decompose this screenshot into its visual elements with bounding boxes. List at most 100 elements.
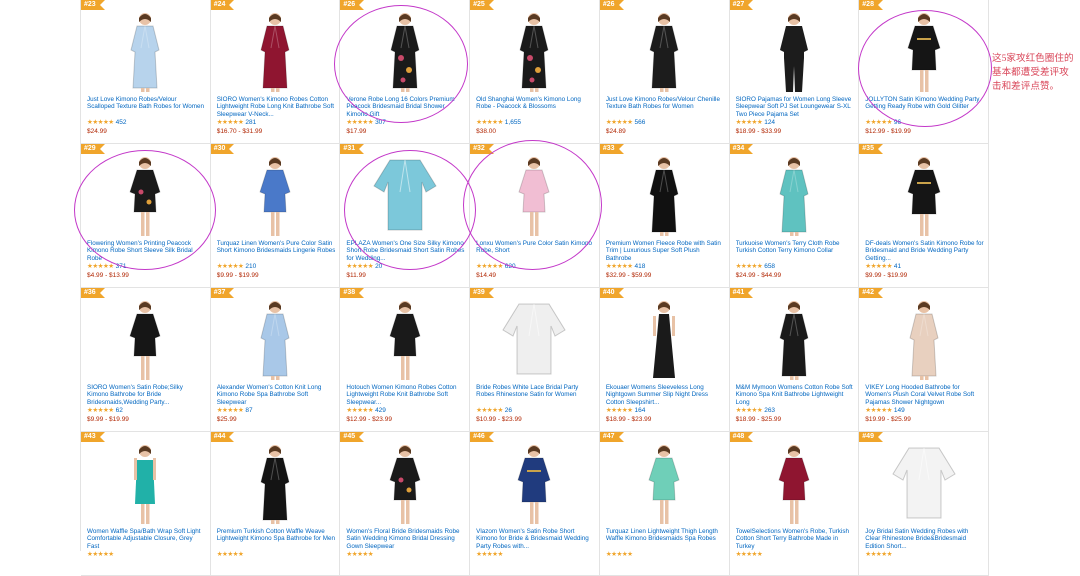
product-image[interactable] xyxy=(859,440,988,526)
product-card[interactable]: #28 JOLLYTON Satin Kimono Wedding Party … xyxy=(859,0,989,144)
review-count-link[interactable]: 124 xyxy=(764,119,775,126)
review-count-link[interactable]: 164 xyxy=(634,407,645,414)
star-rating[interactable]: ★★★★★ xyxy=(476,263,503,270)
product-title-link[interactable]: Ekouaer Womens Sleeveless Long Nightgown… xyxy=(606,384,725,406)
product-image[interactable] xyxy=(600,8,729,94)
product-title-link[interactable]: Bride Robes White Lace Bridal Party Robe… xyxy=(476,384,595,406)
product-image[interactable] xyxy=(81,152,210,238)
review-count-link[interactable]: 26 xyxy=(505,407,512,414)
product-title-link[interactable]: M&M Mymoon Womens Cotton Robe Soft Kimon… xyxy=(736,384,855,406)
product-image[interactable] xyxy=(730,152,859,238)
product-title-link[interactable]: VIKEY Long Hooded Bathrobe for Women's P… xyxy=(865,384,984,406)
product-card[interactable]: #38 Hotouch Women Kimono Robes Cotton Li… xyxy=(340,288,471,432)
product-title-link[interactable]: SIORO Pajamas for Women Long Sleeve Slee… xyxy=(736,96,855,118)
star-rating[interactable]: ★★★★★ xyxy=(606,407,633,414)
star-rating[interactable]: ★★★★★ xyxy=(736,407,763,414)
product-title-link[interactable]: Just Love Kimono Robes/Velour Scalloped … xyxy=(87,96,206,118)
product-card[interactable]: #25 Old Shanghai Women's Kimono Long Rob… xyxy=(470,0,600,144)
product-card[interactable]: #26 Just Love Kimono Robes/Velour Chenil… xyxy=(599,0,730,144)
product-card[interactable]: #48 TowelSelections Women's Robe, Turkis… xyxy=(729,432,860,576)
product-title-link[interactable]: Premium Turkish Cotton Waffle Weave Ligh… xyxy=(217,528,336,550)
product-card[interactable]: #23 Just Love Kimono Robes/Velour Scallo… xyxy=(81,0,211,144)
review-count-link[interactable]: 566 xyxy=(634,119,645,126)
product-image[interactable] xyxy=(600,152,729,238)
product-image[interactable] xyxy=(211,440,340,526)
review-count-link[interactable]: 20 xyxy=(375,263,382,270)
product-image[interactable] xyxy=(470,440,599,526)
product-card[interactable]: #29 Flowering Women's Printing Peacock K… xyxy=(81,144,211,288)
product-image[interactable] xyxy=(340,152,469,238)
product-title-link[interactable]: JOLLYTON Satin Kimono Wedding Party Gett… xyxy=(865,96,984,118)
product-card[interactable]: #44 Premium Turkish Cotton Waffle Weave … xyxy=(210,432,341,576)
star-rating[interactable]: ★★★★★ xyxy=(346,119,373,126)
star-rating[interactable]: ★★★★★ xyxy=(87,263,114,270)
star-rating[interactable]: ★★★★★ xyxy=(865,119,892,126)
product-card[interactable]: #26 Verone Robe Long 16 Colors Premium P… xyxy=(340,0,471,144)
product-card[interactable]: #47 Turquaz Linen Lightweight Thigh Leng… xyxy=(599,432,730,576)
star-rating[interactable]: ★★★★★ xyxy=(87,551,114,558)
review-count-link[interactable]: 87 xyxy=(245,407,252,414)
product-title-link[interactable]: Hotouch Women Kimono Robes Cotton Lightw… xyxy=(346,384,465,406)
product-card[interactable]: #41 M&M Mymoon Womens Cotton Robe Soft K… xyxy=(729,288,860,432)
review-count-link[interactable]: 41 xyxy=(894,263,901,270)
star-rating[interactable]: ★★★★★ xyxy=(87,407,114,414)
product-image[interactable] xyxy=(81,440,210,526)
product-image[interactable] xyxy=(470,152,599,238)
product-card[interactable]: #36 SIORO Women's Satin Robe;Silky Kimon… xyxy=(81,288,211,432)
product-card[interactable]: #45 Women's Floral Bride Bridesmaids Rob… xyxy=(340,432,471,576)
product-image[interactable] xyxy=(340,296,469,382)
star-rating[interactable]: ★★★★★ xyxy=(865,407,892,414)
product-title-link[interactable]: Women's Floral Bride Bridesmaids Robe Sa… xyxy=(346,528,465,550)
product-image[interactable] xyxy=(211,8,340,94)
product-card[interactable]: #43 Women Waffle Spa/Bath Wrap Soft Ligh… xyxy=(81,432,211,576)
product-card[interactable]: #31 EPLAZA Women's One Size Silky Kimono… xyxy=(340,144,471,288)
product-title-link[interactable]: Just Love Kimono Robes/Velour Chenille T… xyxy=(606,96,725,118)
review-count-link[interactable]: 452 xyxy=(116,119,127,126)
review-count-link[interactable]: 429 xyxy=(375,407,386,414)
star-rating[interactable]: ★★★★★ xyxy=(87,119,114,126)
review-count-link[interactable]: 281 xyxy=(245,119,256,126)
review-count-link[interactable]: 149 xyxy=(894,407,905,414)
product-image[interactable] xyxy=(730,296,859,382)
product-card[interactable]: #27 SIORO Pajamas for Women Long Sleeve … xyxy=(729,0,860,144)
product-title-link[interactable]: Premium Women Fleece Robe with Satin Tri… xyxy=(606,240,725,262)
product-title-link[interactable]: Turkuoise Women's Terry Cloth Robe Turki… xyxy=(736,240,855,262)
product-card[interactable]: #32 Lonxu Women's Pure Color Satin Kimon… xyxy=(470,144,600,288)
product-title-link[interactable]: Lonxu Women's Pure Color Satin Kimono Ro… xyxy=(476,240,595,262)
product-card[interactable]: #40 Ekouaer Womens Sleeveless Long Night… xyxy=(599,288,730,432)
product-image[interactable] xyxy=(600,440,729,526)
product-title-link[interactable]: SIORO Women's Kimono Robes Cotton Lightw… xyxy=(217,96,336,118)
product-card[interactable]: #39 Bride Robes White Lace Bridal Party … xyxy=(470,288,600,432)
product-title-link[interactable]: Alexander Women's Cotton Knit Long Kimon… xyxy=(217,384,336,406)
star-rating[interactable]: ★★★★★ xyxy=(606,263,633,270)
product-image[interactable] xyxy=(730,440,859,526)
star-rating[interactable]: ★★★★★ xyxy=(346,551,373,558)
product-title-link[interactable]: Flowering Women's Printing Peacock Kimon… xyxy=(87,240,206,262)
product-card[interactable]: #42 VIKEY Long Hooded Bathrobe for Women… xyxy=(859,288,989,432)
product-card[interactable]: #35 DF-deals Women's Satin Kimono Robe f… xyxy=(859,144,989,288)
star-rating[interactable]: ★★★★★ xyxy=(606,551,633,558)
star-rating[interactable]: ★★★★★ xyxy=(217,263,244,270)
star-rating[interactable]: ★★★★★ xyxy=(865,263,892,270)
product-image[interactable] xyxy=(730,8,859,94)
product-image[interactable] xyxy=(211,152,340,238)
review-count-link[interactable]: 620 xyxy=(505,263,516,270)
product-image[interactable] xyxy=(859,296,988,382)
star-rating[interactable]: ★★★★★ xyxy=(865,551,892,558)
review-count-link[interactable]: 1,655 xyxy=(505,119,521,126)
product-title-link[interactable]: Verone Robe Long 16 Colors Premium Peaco… xyxy=(346,96,465,118)
product-image[interactable] xyxy=(211,296,340,382)
star-rating[interactable]: ★★★★★ xyxy=(476,119,503,126)
product-title-link[interactable]: Turquaz Linen Women's Pure Color Satin S… xyxy=(217,240,336,262)
product-title-link[interactable]: Joy Bridal Satin Wedding Robes with Clea… xyxy=(865,528,984,550)
product-card[interactable]: #49 Joy Bridal Satin Wedding Robes with … xyxy=(859,432,989,576)
product-card[interactable]: #24 SIORO Women's Kimono Robes Cotton Li… xyxy=(210,0,341,144)
product-title-link[interactable]: DF-deals Women's Satin Kimono Robe for B… xyxy=(865,240,984,262)
product-title-link[interactable]: Old Shanghai Women's Kimono Long Robe - … xyxy=(476,96,595,118)
star-rating[interactable]: ★★★★★ xyxy=(217,407,244,414)
product-image[interactable] xyxy=(340,440,469,526)
star-rating[interactable]: ★★★★★ xyxy=(736,263,763,270)
product-card[interactable]: #34 Turkuoise Women's Terry Cloth Robe T… xyxy=(729,144,860,288)
star-rating[interactable]: ★★★★★ xyxy=(217,551,244,558)
product-image[interactable] xyxy=(470,296,599,382)
